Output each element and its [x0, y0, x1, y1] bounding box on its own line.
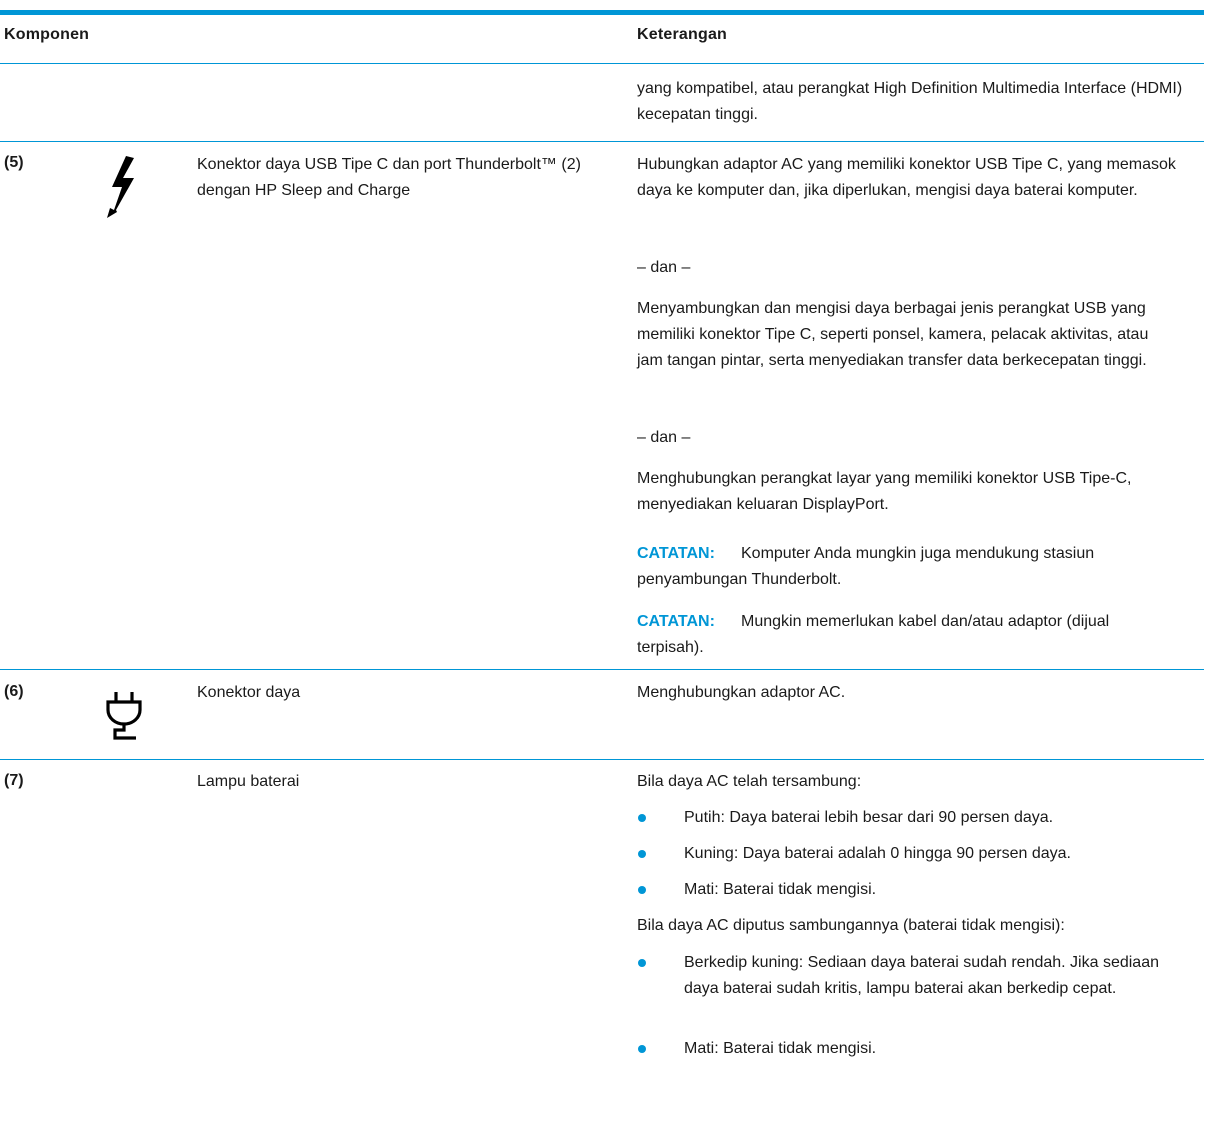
row-divider — [0, 141, 1204, 142]
header-divider — [0, 63, 1204, 64]
description-text: Bila daya AC telah tersambung: — [637, 773, 862, 790]
bullet — [638, 886, 646, 894]
row-number: (6) — [4, 683, 24, 700]
list-item: Mati: Baterai tidak mengisi. — [684, 881, 877, 898]
note-label: CATATAN: — [637, 613, 715, 630]
power-plug-icon — [106, 692, 142, 740]
component-name: Lampu baterai — [197, 773, 300, 790]
description-text: Menyambungkan dan mengisi daya berbagai … — [637, 300, 1149, 369]
separator-text: – dan – — [637, 259, 691, 276]
note: CATATAN: Komputer Anda mungkin juga mendu… — [637, 541, 1177, 593]
list-item: Kuning: Daya baterai adalah 0 hingga 90 … — [684, 845, 1071, 862]
row-number: (7) — [4, 772, 24, 789]
list-item: Mati: Baterai tidak mengisi. — [684, 1040, 877, 1057]
separator-text: – dan – — [637, 429, 691, 446]
description-text: Bila daya AC diputus sambungannya (bater… — [637, 917, 1065, 934]
bullet — [638, 1045, 646, 1053]
row-divider — [0, 759, 1204, 760]
description-text: Menghubungkan perangkat layar yang memil… — [637, 470, 1132, 513]
column-header-component: Komponen — [4, 26, 90, 43]
table-top-rule — [0, 10, 1204, 15]
component-name: Konektor daya — [197, 684, 301, 701]
bullet — [638, 814, 646, 822]
note-label: CATATAN: — [637, 545, 715, 562]
row-number: (5) — [4, 154, 24, 171]
description-text: Menghubungkan adaptor AC. — [637, 684, 846, 701]
bullet — [638, 850, 646, 858]
row-divider — [0, 669, 1204, 670]
component-name: Konektor daya USB Tipe C dan port Thunde… — [197, 156, 581, 199]
thunderbolt-icon — [107, 156, 134, 218]
document-page: Komponen Keterangan yang kompatibel, ata… — [0, 0, 1210, 1144]
description-text: Hubungkan adaptor AC yang memiliki konek… — [637, 156, 1176, 199]
column-header-description: Keterangan — [637, 26, 728, 43]
note: CATATAN: Mungkin memerlukan kabel dan/ata… — [637, 609, 1177, 661]
bullet — [638, 959, 646, 967]
list-item: Putih: Daya baterai lebih besar dari 90 … — [684, 809, 1054, 826]
list-item: Berkedip kuning: Sediaan daya baterai su… — [684, 954, 1159, 997]
continuation-description: yang kompatibel, atau perangkat High Def… — [637, 80, 1183, 123]
